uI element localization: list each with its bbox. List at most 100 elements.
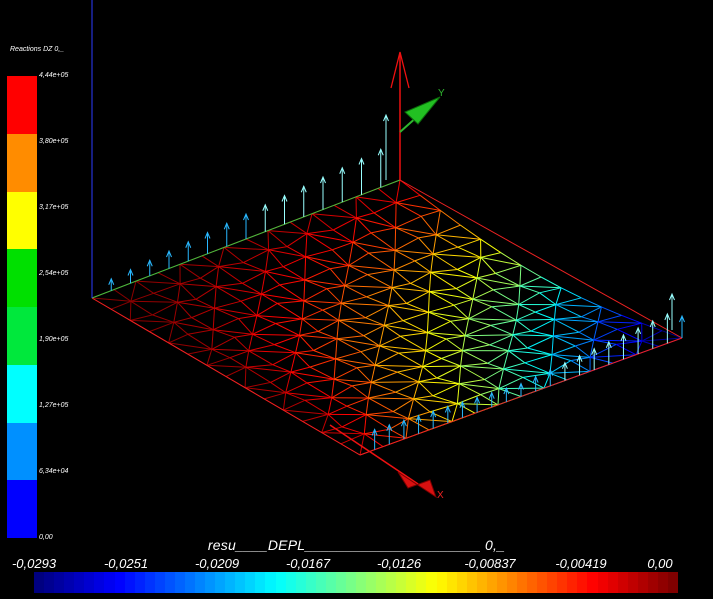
mesh-edge: [589, 356, 614, 364]
mesh-edge: [365, 305, 389, 319]
mesh-edge: [225, 366, 247, 377]
mesh-edge: [173, 317, 192, 323]
mesh-edge: [157, 272, 181, 285]
mesh-edge: [332, 241, 354, 251]
mesh-edge: [527, 335, 554, 349]
horizontal-scale-cell: [517, 572, 528, 593]
horizontal-scale-cell: [527, 572, 538, 593]
mesh-edge: [515, 304, 520, 321]
reaction-arrow: [518, 382, 524, 397]
mesh-edge: [512, 320, 517, 335]
mesh-edge: [460, 365, 485, 380]
mesh-edge: [238, 318, 253, 335]
horizontal-scale-cell: [335, 572, 346, 593]
mesh-edge: [394, 269, 431, 273]
mesh-edge: [522, 372, 551, 378]
mesh-edge: [214, 307, 239, 320]
mesh-edge: [248, 334, 253, 351]
horizontal-scale-cell: [215, 572, 226, 593]
mesh-edge: [368, 391, 396, 399]
reaction-arrows: [108, 113, 685, 450]
reaction-arrow: [669, 292, 675, 330]
3d-viewport[interactable]: Y X: [0, 0, 713, 599]
horizontal-scale-cell: [54, 572, 65, 593]
mesh-edge: [397, 371, 419, 383]
mesh-edge: [299, 335, 314, 351]
mesh-edge: [621, 314, 642, 324]
mesh-edge: [597, 314, 622, 323]
mesh-edge: [384, 320, 404, 326]
mesh-edge: [348, 242, 354, 266]
mesh-edge: [289, 221, 308, 235]
mesh-edge: [524, 354, 553, 364]
mesh-edge: [229, 350, 249, 359]
mesh-edge: [149, 321, 174, 333]
mesh-edge: [344, 265, 350, 286]
vertical-legend-tick: 3,80e+05: [39, 138, 69, 145]
horizontal-legend-title: resu____DEPL______________________ 0,_: [207, 537, 506, 553]
horizontal-scale-cell: [174, 572, 185, 593]
mesh-edge: [265, 271, 305, 281]
reaction-arrow: [108, 277, 115, 291]
mesh-edge: [574, 345, 591, 358]
mesh-edge: [306, 378, 335, 384]
mesh-edge: [130, 280, 137, 302]
mesh-edge: [489, 334, 513, 346]
vertical-scale-band: [7, 364, 37, 423]
mesh-edge: [551, 345, 576, 356]
horizontal-scale-cell: [295, 572, 306, 593]
mesh-edge: [516, 311, 536, 321]
vertical-scale-band: [7, 480, 37, 538]
mesh-edge: [400, 332, 428, 337]
mesh-edge: [286, 233, 308, 248]
mesh-edge: [229, 357, 247, 368]
vertical-scale-band: [7, 133, 37, 192]
vertical-scale-band: [7, 307, 37, 365]
mesh-edge: [335, 351, 362, 360]
mesh-edge: [306, 229, 334, 235]
mesh-edge: [368, 397, 414, 400]
vertical-scale-band: [7, 191, 37, 250]
mesh-edge: [187, 348, 212, 355]
horizontal-scale-cell: [667, 572, 678, 593]
mesh-edge: [283, 399, 306, 411]
mesh-edge: [476, 257, 482, 279]
mesh-edge: [295, 352, 336, 360]
mesh-edge: [581, 297, 602, 308]
mesh-edge: [430, 253, 434, 273]
horizontal-scale-cell: [597, 572, 608, 593]
mesh-edge: [285, 382, 308, 394]
mesh-edge: [615, 343, 637, 356]
mesh-edge: [462, 335, 466, 351]
mesh-edge: [341, 426, 365, 435]
mesh-edge: [413, 381, 420, 400]
vertical-legend-tick: 1,90e+05: [39, 336, 69, 343]
mesh-edge: [295, 350, 314, 354]
reaction-arrow: [339, 166, 346, 203]
mesh-edge: [344, 274, 368, 287]
mesh-edge: [177, 298, 196, 303]
mesh-edge: [430, 269, 458, 273]
mesh-edge: [578, 321, 599, 333]
horizontal-scale-cell: [567, 572, 578, 593]
vertical-scale-band: [7, 249, 37, 307]
horizontal-scale-cell: [426, 572, 437, 593]
mesh-edge: [374, 364, 398, 373]
mesh-edge: [200, 266, 219, 279]
mesh-edge: [352, 217, 357, 243]
mesh-edge: [344, 285, 392, 289]
mesh-edge: [495, 264, 522, 274]
mesh-edge: [406, 291, 430, 304]
mesh-edge: [422, 366, 438, 379]
mesh-edge: [468, 318, 517, 321]
mesh-edge: [365, 397, 369, 415]
mesh-edge: [341, 302, 366, 319]
mesh-edge: [366, 411, 394, 416]
mesh-edge: [480, 252, 501, 258]
mesh-edge: [436, 224, 461, 236]
mesh-edge: [212, 308, 215, 330]
horizontal-scale-cell: [134, 572, 145, 593]
mesh-edge: [360, 345, 380, 353]
mesh-edge: [252, 323, 276, 335]
mesh-edge: [218, 262, 244, 268]
